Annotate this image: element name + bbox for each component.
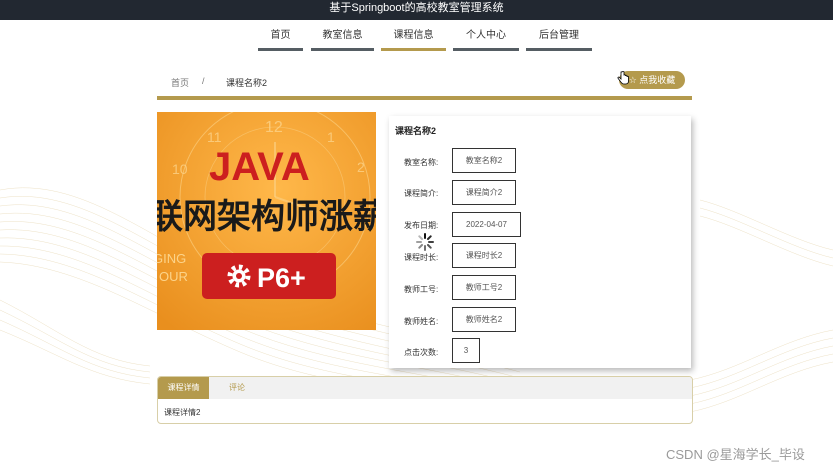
course-image: 12 1 2 11 10 JAVA 联网架构师涨薪 GING OUR P6+: [157, 112, 376, 330]
main-nav: 首页 教室信息 课程信息 个人中心 后台管理: [0, 26, 833, 51]
field-label-course-duration: 课程时长:: [404, 253, 439, 262]
field-label-teacher-name: 教师姓名:: [404, 317, 439, 326]
image-badge-text: P6+: [257, 263, 306, 293]
clock-number-11: 11: [207, 129, 222, 145]
app-title: 基于Springboot的高校教室管理系统: [329, 2, 504, 14]
nav-item-personal-center[interactable]: 个人中心: [453, 26, 519, 51]
breadcrumb-divider: [157, 96, 692, 100]
course-details-content: 课程详情2: [164, 408, 201, 417]
gear-icon: [227, 264, 251, 288]
field-label-teacher-id: 教师工号:: [404, 285, 439, 294]
breadcrumb-current: 课程名称2: [226, 78, 268, 88]
course-detail-tabs: 课程详情 评论 课程详情2: [157, 376, 693, 424]
field-value-publish-date: 2022-04-07: [452, 212, 521, 237]
field-label-click-count: 点击次数:: [404, 348, 439, 357]
tab-strip: 课程详情 评论: [158, 377, 692, 399]
loading-spinner-icon: [416, 233, 434, 251]
csdn-watermark: CSDN @星海学长_毕设: [666, 447, 805, 462]
image-sub-text: GING: [157, 251, 186, 266]
image-headline-text: 联网架构师涨薪: [157, 197, 376, 237]
field-value-teacher-id: 教师工号2: [452, 275, 516, 300]
hand-cursor-icon: [617, 71, 629, 85]
breadcrumb: 首页 / 课程名称2 ☆ 点我收藏: [157, 68, 692, 96]
field-label-classroom-name: 教室名称:: [404, 158, 439, 167]
clock-number-1: 1: [327, 129, 335, 145]
field-value-classroom-name: 教室名称2: [452, 148, 516, 173]
tab-comments[interactable]: 评论: [215, 377, 259, 399]
breadcrumb-separator: /: [202, 76, 205, 86]
nav-item-home[interactable]: 首页: [258, 26, 303, 51]
tab-course-details[interactable]: 课程详情: [158, 377, 209, 399]
field-value-teacher-name: 教师姓名2: [452, 307, 516, 332]
field-value-course-intro: 课程简介2: [452, 180, 516, 205]
field-value-course-duration: 课程时长2: [452, 243, 516, 268]
image-java-text: JAVA: [209, 145, 310, 189]
course-cover-graphic: 12 1 2 11 10 JAVA 联网架构师涨薪 GING OUR P6+: [157, 112, 376, 330]
top-title-bar: 基于Springboot的高校教室管理系统: [0, 0, 833, 20]
nav-item-course-info[interactable]: 课程信息: [381, 26, 446, 51]
nav-item-classroom-info[interactable]: 教室信息: [311, 26, 374, 51]
breadcrumb-home[interactable]: 首页: [171, 76, 189, 89]
course-title: 课程名称2: [395, 126, 437, 136]
clock-number-12: 12: [265, 119, 283, 136]
nav-item-admin[interactable]: 后台管理: [526, 26, 592, 51]
clock-number-10: 10: [172, 161, 188, 177]
field-value-click-count: 3: [452, 338, 480, 363]
field-label-publish-date: 发布日期:: [404, 221, 439, 230]
image-sub2-text: OUR: [159, 269, 188, 284]
field-label-course-intro: 课程简介:: [404, 189, 439, 198]
clock-number-2: 2: [357, 159, 365, 175]
